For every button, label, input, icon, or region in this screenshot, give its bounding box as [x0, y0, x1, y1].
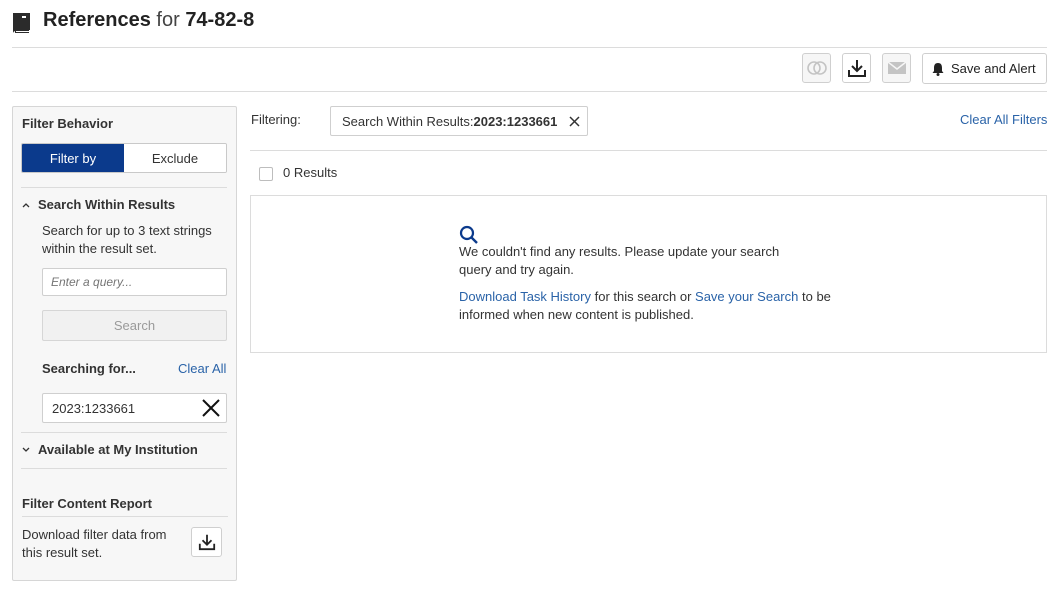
envelope-icon — [887, 61, 906, 74]
search-within-heading: Search Within Results — [38, 197, 176, 212]
filter-by-button[interactable]: Filter by — [22, 144, 124, 172]
chevron-down-icon — [22, 447, 30, 452]
available-section-toggle[interactable]: Available at My Institution — [22, 442, 198, 457]
page-title-for: for — [156, 9, 180, 31]
help-text-line-2: informed when new content is published. — [459, 307, 694, 322]
bell-icon — [932, 62, 944, 76]
close-icon — [202, 399, 220, 417]
save-and-alert-button[interactable]: Save and Alert — [922, 53, 1047, 84]
filter-behavior-heading: Filter Behavior — [22, 116, 114, 131]
active-filter-chip: Search Within Results: 2023:1233661 — [330, 106, 588, 136]
search-term-pill: 2023:1233661 — [42, 393, 227, 423]
search-within-description: Search for up to 3 text strings within t… — [42, 222, 212, 258]
search-within-section-toggle[interactable]: Search Within Results — [22, 197, 175, 212]
book-icon — [12, 12, 32, 34]
remove-term-button[interactable] — [196, 394, 226, 422]
download-icon — [847, 60, 866, 77]
download-task-history-link[interactable]: Download Task History — [459, 289, 591, 304]
page-title-main: References — [43, 9, 151, 31]
available-heading: Available at My Institution — [38, 442, 198, 457]
combine-button[interactable] — [802, 53, 831, 83]
report-description: Download filter data from this result se… — [22, 526, 167, 562]
search-term-text: 2023:1233661 — [52, 400, 136, 416]
toolbar-divider — [12, 91, 1047, 92]
chip-value: 2023:1233661 — [473, 113, 558, 129]
description-line-2: within the result set. — [42, 241, 157, 256]
filter-content-report-heading: Filter Content Report — [22, 496, 152, 511]
venn-icon — [806, 61, 827, 75]
download-icon — [198, 534, 215, 551]
search-within-input[interactable] — [42, 268, 227, 296]
page-title-id: 74-82-8 — [185, 9, 255, 31]
report-desc-line-2: this result set. — [22, 545, 103, 560]
email-button[interactable] — [882, 53, 911, 83]
exclude-button[interactable]: Exclude — [124, 144, 226, 172]
header-divider — [12, 47, 1047, 48]
chip-prefix: Search Within Results: — [342, 113, 474, 129]
help-text-end: to be — [798, 289, 831, 304]
close-icon — [569, 115, 580, 127]
filter-divider — [250, 150, 1047, 151]
no-results-help: Download Task History for this search or… — [459, 288, 831, 324]
sidebar-divider — [22, 516, 228, 517]
page-title: References for 74-82-8 — [43, 9, 254, 32]
download-filter-data-button[interactable] — [191, 527, 222, 557]
sidebar-divider — [21, 432, 227, 433]
clear-all-filters-link[interactable]: Clear All Filters — [960, 112, 1047, 127]
sidebar-divider — [21, 187, 227, 188]
report-desc-line-1: Download filter data from — [22, 527, 167, 542]
remove-filter-button[interactable] — [569, 115, 580, 127]
filtering-label: Filtering: — [251, 112, 301, 127]
save-your-search-link[interactable]: Save your Search — [695, 289, 798, 304]
no-results-line-1: We couldn't find any results. Please upd… — [459, 244, 780, 259]
searching-for-label: Searching for... — [42, 361, 136, 376]
help-text-middle: for this search or — [590, 289, 696, 304]
save-and-alert-label: Save and Alert — [951, 61, 1036, 76]
description-line-1: Search for up to 3 text strings — [42, 223, 212, 238]
download-button[interactable] — [842, 53, 871, 83]
filter-behavior-toggle: Filter by Exclude — [21, 143, 227, 173]
results-count: 0 Results — [283, 165, 338, 180]
select-all-checkbox[interactable] — [259, 167, 273, 181]
no-results-message: We couldn't find any results. Please upd… — [459, 243, 779, 279]
no-results-line-2: query and try again. — [459, 262, 574, 277]
chevron-up-icon — [22, 202, 30, 207]
sidebar-divider — [21, 468, 227, 469]
search-button[interactable]: Search — [42, 310, 227, 341]
clear-all-link[interactable]: Clear All — [178, 361, 226, 376]
